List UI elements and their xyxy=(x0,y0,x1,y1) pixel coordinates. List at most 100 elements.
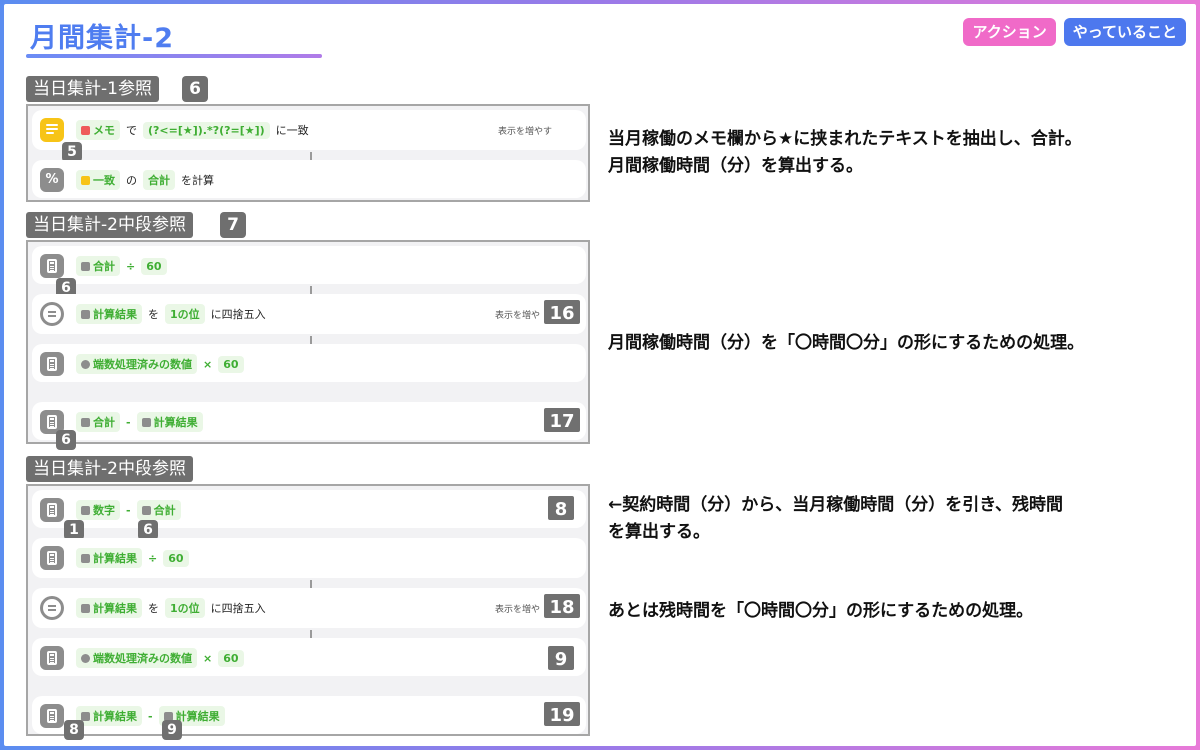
round-place[interactable]: 1の位 xyxy=(165,598,205,618)
show-more-link[interactable]: 表示を増や xyxy=(495,308,540,321)
round-icon xyxy=(40,596,64,620)
operator[interactable]: × xyxy=(203,358,212,371)
description-1: 当月稼働のメモ欄から★に挟まれたテキストを抽出し、合計。 月間稼働時間（分）を算… xyxy=(608,126,1082,180)
number-value[interactable]: 60 xyxy=(163,549,189,567)
ref-badge: 19 xyxy=(542,700,582,728)
section-3-panel: 数字 - 合計 1 6 8 計算結果 ÷ 60 計算結果 を 1の位 に四捨五入 xyxy=(26,484,590,740)
calculator-icon xyxy=(81,711,90,721)
calculator-icon xyxy=(40,254,64,278)
variable-match[interactable]: 一致 xyxy=(76,170,120,190)
action-row: 一致 の 合計 を計算 xyxy=(76,170,214,190)
variable-rounded[interactable]: 端数処理済みの数値 xyxy=(76,648,197,668)
ref-badge: 1 xyxy=(64,520,84,540)
section-1-panel: メモ で (?<=[★]).*?(?=[★]) に一致 表示を増やす 5 % 一… xyxy=(26,104,590,202)
section-1-number: 6 xyxy=(182,76,208,102)
text-icon xyxy=(81,175,90,185)
number-value[interactable]: 60 xyxy=(218,355,244,373)
variable-calc-result[interactable]: 計算結果 xyxy=(76,598,142,618)
action-card-match-text[interactable]: メモ で (?<=[★]).*?(?=[★]) に一致 表示を増やす 5 xyxy=(32,110,586,162)
percent-icon xyxy=(81,417,90,427)
variable-sum[interactable]: 合計 xyxy=(76,412,120,432)
slide: 月間集計-2 アクション やっていること 当日集計-1参照 6 メモ で (?<… xyxy=(4,4,1196,746)
text-match: に一致 xyxy=(275,124,309,137)
round-icon xyxy=(81,653,90,663)
variable-calc-result[interactable]: 計算結果 xyxy=(76,304,142,324)
text-round: に四捨五入 xyxy=(210,602,266,615)
action-row: 計算結果 を 1の位 に四捨五入 xyxy=(76,304,266,324)
action-card-round[interactable]: 計算結果 を 1の位 に四捨五入 表示を増や 16 xyxy=(32,294,586,334)
number-value[interactable]: 60 xyxy=(218,649,244,667)
variable-memo[interactable]: メモ xyxy=(76,120,120,140)
variable-sum[interactable]: 合計 xyxy=(76,256,120,276)
section-2-panel: 合計 ÷ 60 6 計算結果 を 1の位 に四捨五入 表示を増や 16 端数処理… xyxy=(26,240,590,450)
action-row: 数字 - 合計 xyxy=(76,500,181,520)
action-row: 端数処理済みの数値 × 60 xyxy=(76,648,244,668)
show-more-link[interactable]: 表示を増や xyxy=(495,602,540,615)
action-card-round[interactable]: 計算結果 を 1の位 に四捨五入 表示を増や 18 xyxy=(32,588,586,628)
operator[interactable]: - xyxy=(148,710,153,723)
calculator-icon xyxy=(81,553,90,563)
variable-calc-result[interactable]: 計算結果 xyxy=(76,706,142,726)
percent-icon: % xyxy=(40,168,64,192)
operation-sum[interactable]: 合計 xyxy=(143,170,175,190)
calendar-icon xyxy=(81,125,90,135)
ref-badge: 9 xyxy=(546,644,576,672)
text-no: の xyxy=(126,174,137,187)
ref-badge: 18 xyxy=(542,592,582,620)
action-row: 計算結果 - 計算結果 xyxy=(76,706,225,726)
calculator-icon xyxy=(81,309,90,319)
description-4: あとは残時間を「〇時間〇分」の形にするための処理。 xyxy=(608,598,1033,625)
show-more-link[interactable]: 表示を増やす xyxy=(498,124,552,137)
operator[interactable]: - xyxy=(126,504,131,517)
percent-icon xyxy=(81,261,90,271)
section-2-number: 7 xyxy=(220,212,246,238)
regex-pattern[interactable]: (?<=[★]).*?(?=[★]) xyxy=(143,121,270,139)
operator[interactable]: ÷ xyxy=(126,260,135,273)
text-round: に四捨五入 xyxy=(210,308,266,321)
legend: アクション やっていること xyxy=(963,18,1186,46)
section-3-label: 当日集計-2中段参照 xyxy=(26,456,193,482)
round-place[interactable]: 1の位 xyxy=(165,304,205,324)
description-3: ←契約時間（分）から、当月稼働時間（分）を引き、残時間 を算出する。 xyxy=(608,492,1063,546)
operator[interactable]: - xyxy=(126,416,131,429)
action-card-calculate[interactable]: 合計 - 計算結果 6 17 xyxy=(32,402,586,450)
ref-badge: 6 xyxy=(138,520,158,540)
action-card-calculate[interactable]: 計算結果 ÷ 60 xyxy=(32,538,586,578)
number-value[interactable]: 60 xyxy=(141,257,167,275)
action-row: 合計 - 計算結果 xyxy=(76,412,203,432)
calculator-icon xyxy=(40,498,64,522)
action-card-calculate[interactable]: 計算結果 - 計算結果 8 9 19 xyxy=(32,696,586,740)
action-card-calculate[interactable]: 端数処理済みの数値 × 60 9 xyxy=(32,638,586,676)
round-icon xyxy=(81,359,90,369)
action-card-calculate[interactable]: 合計 ÷ 60 6 xyxy=(32,246,586,298)
variable-calc-result[interactable]: 計算結果 xyxy=(136,412,203,432)
action-card-calculate[interactable]: 数字 - 合計 1 6 8 xyxy=(32,490,586,540)
ref-badge: 6 xyxy=(56,430,76,450)
text-wo: を xyxy=(148,308,159,321)
variable-rounded[interactable]: 端数処理済みの数値 xyxy=(76,354,197,374)
section-2-label: 当日集計-2中段参照 xyxy=(26,212,193,238)
text-icon xyxy=(40,118,64,142)
ref-badge: 17 xyxy=(542,406,582,434)
ref-badge: 9 xyxy=(162,720,182,740)
section-1-label: 当日集計-1参照 xyxy=(26,76,159,102)
text-calc: を計算 xyxy=(181,174,214,187)
ref-badge: 16 xyxy=(542,298,582,326)
operator[interactable]: ÷ xyxy=(148,552,157,565)
calculator-icon xyxy=(141,417,151,427)
description-line: 月間稼働時間（分）を「〇時間〇分」の形にするための処理。 xyxy=(608,333,1085,353)
ref-badge: 5 xyxy=(62,142,82,162)
action-card-calc-sum[interactable]: % 一致 の 合計 を計算 xyxy=(32,160,586,198)
round-icon xyxy=(40,302,64,326)
variable-number[interactable]: 数字 xyxy=(76,500,120,520)
operator[interactable]: × xyxy=(203,652,212,665)
variable-calc-result[interactable]: 計算結果 xyxy=(76,548,142,568)
title-underline xyxy=(26,54,322,58)
action-card-calculate[interactable]: 端数処理済みの数値 × 60 xyxy=(32,344,586,382)
description-line: 月間稼働時間（分）を算出する。 xyxy=(608,156,863,176)
page-title: 月間集計-2 xyxy=(30,23,174,54)
action-row: 端数処理済みの数値 × 60 xyxy=(76,354,244,374)
variable-sum[interactable]: 合計 xyxy=(136,500,181,520)
description-line: を算出する。 xyxy=(608,522,710,542)
ref-badge: 8 xyxy=(546,494,576,522)
